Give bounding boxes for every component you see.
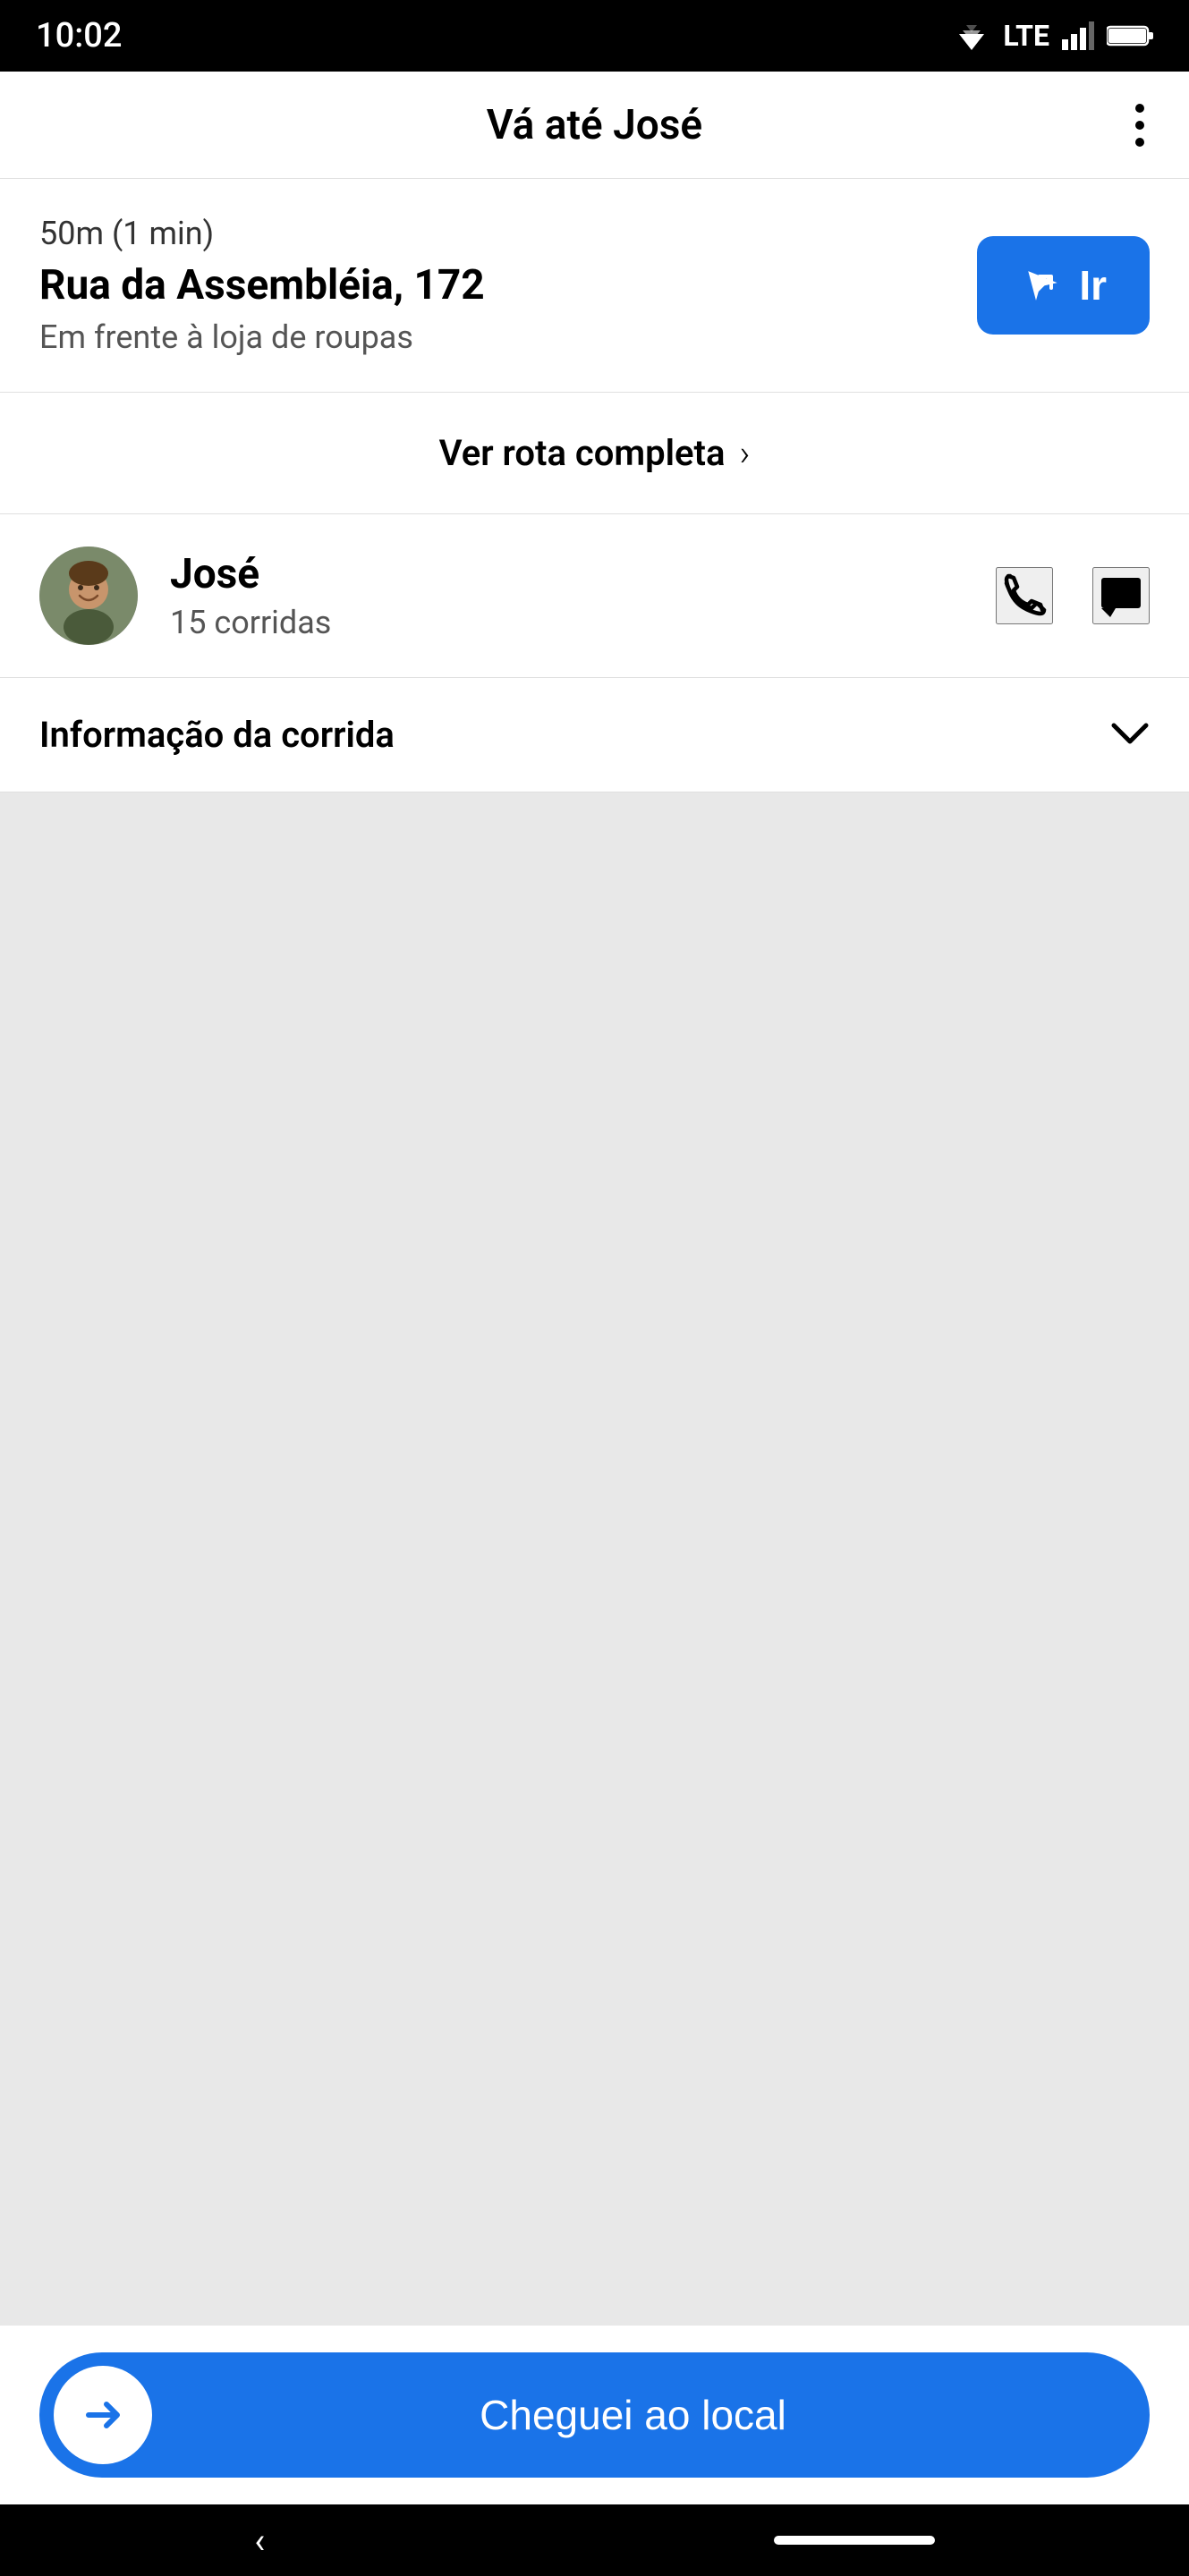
lte-icon: LTE [1003, 19, 1049, 53]
address-info: 50m (1 min) Rua da Assembléia, 172 Em fr… [39, 215, 950, 356]
info-title: Informação da corrida [39, 714, 395, 756]
nav-bar: ‹ [0, 2504, 1189, 2576]
phone-icon [998, 569, 1051, 623]
more-menu-button[interactable] [1126, 95, 1153, 156]
page-title: Vá até José [487, 101, 702, 149]
full-route-link[interactable]: Ver rota completa › [0, 393, 1189, 513]
arrived-label: Cheguei ao local [152, 2391, 1150, 2439]
app-header: Vá até José [0, 72, 1189, 179]
status-icons: LTE [953, 19, 1153, 53]
bottom-bar: Cheguei ao local [0, 2326, 1189, 2504]
arrived-button[interactable]: Cheguei ao local [39, 2352, 1150, 2478]
distance-text: 50m (1 min) [39, 215, 950, 252]
go-button-label: Ir [1079, 261, 1107, 309]
passenger-rides: 15 corridas [170, 604, 978, 641]
passenger-actions [996, 567, 1150, 624]
chevron-right-icon: › [739, 432, 750, 474]
status-time: 10:02 [36, 16, 122, 55]
passenger-section: José 15 corridas [0, 514, 1189, 678]
map-area [0, 792, 1189, 2326]
wifi-icon [953, 21, 990, 50]
dot2 [1135, 121, 1144, 130]
dot3 [1135, 138, 1144, 147]
home-indicator[interactable] [774, 2536, 935, 2545]
chevron-down-icon [1110, 714, 1150, 756]
passenger-avatar [39, 547, 138, 645]
message-icon [1094, 569, 1148, 623]
passenger-info: José 15 corridas [170, 550, 978, 641]
go-button[interactable]: Ir [977, 236, 1150, 335]
arrived-arrow-icon [54, 2366, 152, 2464]
call-button[interactable] [996, 567, 1053, 624]
status-bar: 10:02 LTE [0, 0, 1189, 72]
navigation-icon [1020, 263, 1065, 308]
route-link-text: Ver rota completa [439, 432, 726, 474]
dot1 [1135, 104, 1144, 113]
signal-icon [1062, 21, 1094, 50]
address-landmark: Em frente à loja de roupas [39, 318, 950, 356]
route-section: Ver rota completa › [0, 393, 1189, 514]
address-section: 50m (1 min) Rua da Assembléia, 172 Em fr… [0, 179, 1189, 393]
info-section[interactable]: Informação da corrida [0, 678, 1189, 792]
message-button[interactable] [1092, 567, 1150, 624]
passenger-name: José [170, 550, 978, 598]
battery-icon [1107, 23, 1153, 48]
back-button[interactable]: ‹ [254, 2520, 265, 2562]
street-address: Rua da Assembléia, 172 [39, 261, 950, 309]
